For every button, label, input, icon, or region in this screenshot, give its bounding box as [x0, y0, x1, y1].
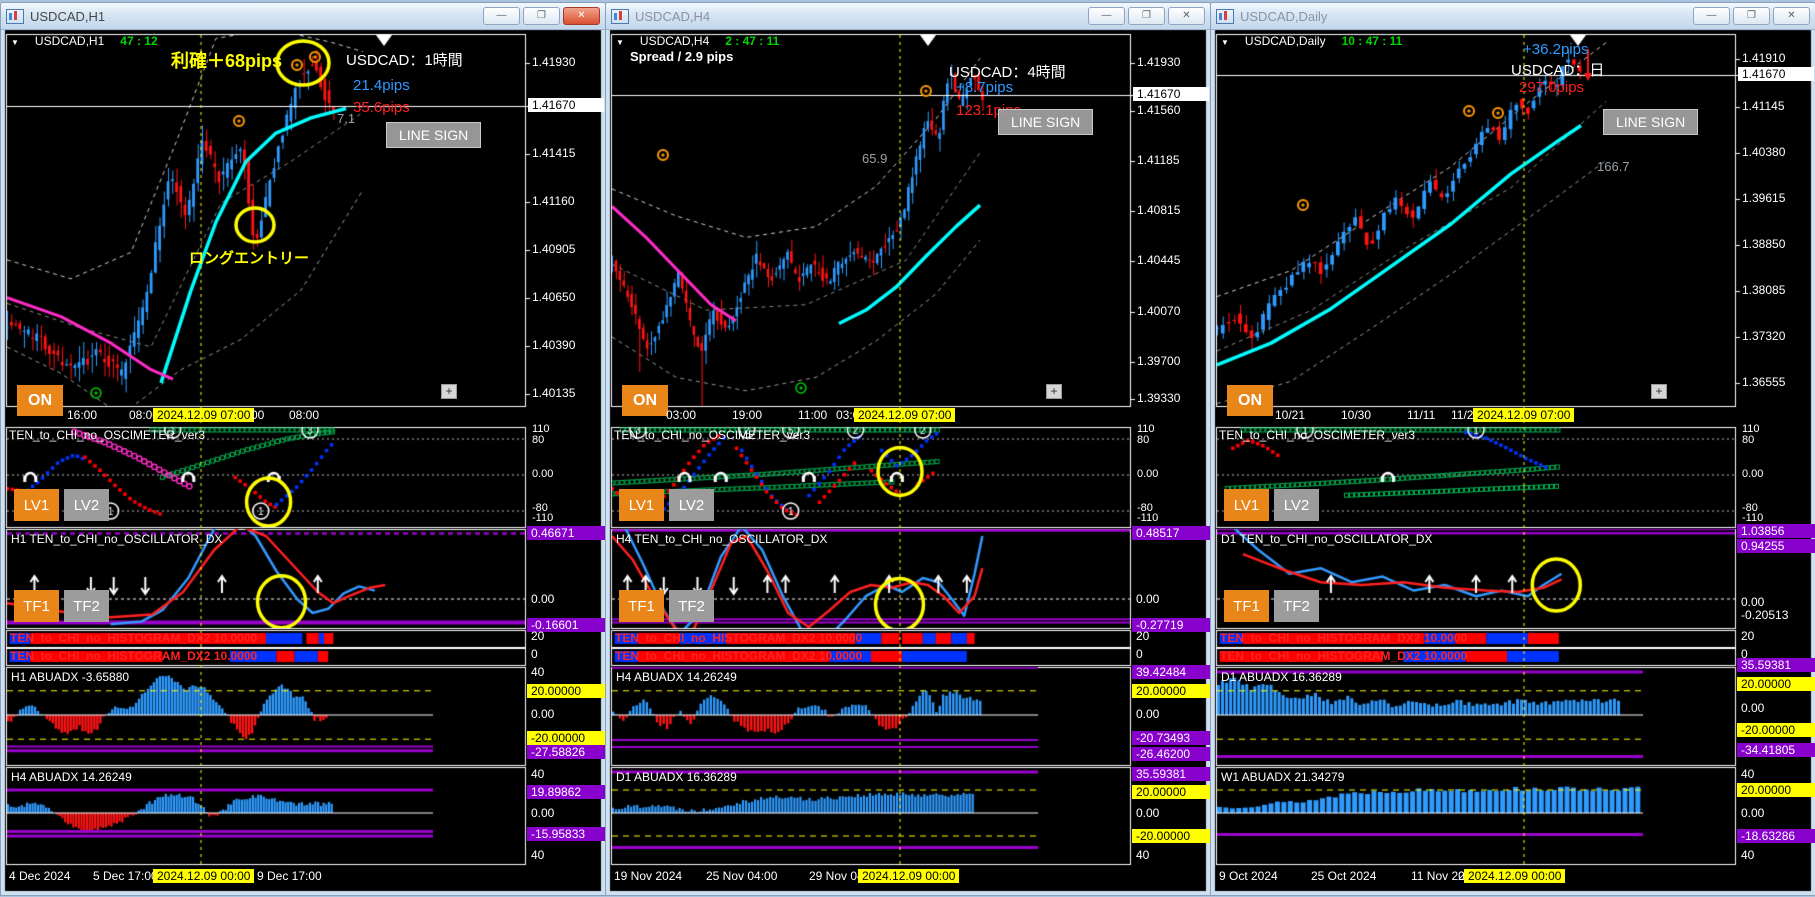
lv1-button[interactable]: LV1 — [14, 489, 59, 521]
window-titlebar[interactable]: USDCAD,H1 — ❐ ✕ — [1, 3, 605, 30]
close-icon[interactable]: ✕ — [1773, 7, 1810, 25]
chart-canvas-daily[interactable] — [1211, 3, 1815, 895]
tf1-button[interactable]: TF1 — [1224, 590, 1269, 622]
tf2-button[interactable]: TF2 — [64, 590, 109, 622]
tf2-button[interactable]: TF2 — [1274, 590, 1319, 622]
chart-shift-icon[interactable]: + — [1651, 384, 1667, 399]
minimize-icon[interactable]: — — [483, 7, 520, 25]
on-button[interactable]: ON — [622, 385, 668, 416]
tf1-button[interactable]: TF1 — [14, 590, 59, 622]
chart-icon — [611, 8, 629, 24]
chart-icon — [1216, 8, 1234, 24]
line-sign-button[interactable]: LINE SIGN — [386, 122, 482, 148]
lv1-button[interactable]: LV1 — [1224, 489, 1269, 521]
tf1-button[interactable]: TF1 — [619, 590, 664, 622]
maximize-icon[interactable]: ❐ — [1128, 7, 1165, 25]
chart-window-usdcad-daily: USDCAD,Daily — ❐ ✕ ▼ USDCAD,Daily 10 : 4… — [1210, 2, 1815, 896]
maximize-icon[interactable]: ❐ — [1733, 7, 1770, 25]
tf2-button[interactable]: TF2 — [669, 590, 714, 622]
chart-shift-icon[interactable]: + — [441, 384, 457, 399]
lv2-button[interactable]: LV2 — [1274, 489, 1319, 521]
window-title: USDCAD,H4 — [635, 8, 711, 24]
line-sign-button[interactable]: LINE SIGN — [1603, 109, 1699, 135]
minimize-icon[interactable]: — — [1088, 7, 1125, 25]
window-titlebar[interactable]: USDCAD,Daily — ❐ ✕ — [1211, 3, 1815, 30]
window-title: USDCAD,H1 — [30, 8, 106, 24]
chart-shift-icon[interactable]: + — [1046, 384, 1062, 399]
close-icon[interactable]: ✕ — [563, 7, 600, 25]
maximize-icon[interactable]: ❐ — [523, 7, 560, 25]
minimize-icon[interactable]: — — [1693, 7, 1730, 25]
lv1-button[interactable]: LV1 — [619, 489, 664, 521]
chart-window-usdcad-h1: USDCAD,H1 — ❐ ✕ ▼ USDCAD,H1 47 : 12 利確＋6… — [0, 2, 606, 896]
lv2-button[interactable]: LV2 — [669, 489, 714, 521]
window-title: USDCAD,Daily — [1240, 8, 1328, 24]
chart-canvas-h4[interactable] — [606, 3, 1210, 895]
chart-icon — [6, 8, 24, 24]
window-titlebar[interactable]: USDCAD,H4 — ❐ ✕ — [606, 3, 1210, 30]
chart-canvas-h1[interactable] — [1, 3, 605, 895]
chart-window-usdcad-h4: USDCAD,H4 — ❐ ✕ ▼ USDCAD,H4 2 : 47 : 11 … — [605, 2, 1211, 896]
on-button[interactable]: ON — [17, 385, 63, 416]
close-icon[interactable]: ✕ — [1168, 7, 1205, 25]
lv2-button[interactable]: LV2 — [64, 489, 109, 521]
on-button[interactable]: ON — [1227, 385, 1273, 416]
line-sign-button[interactable]: LINE SIGN — [998, 109, 1094, 135]
